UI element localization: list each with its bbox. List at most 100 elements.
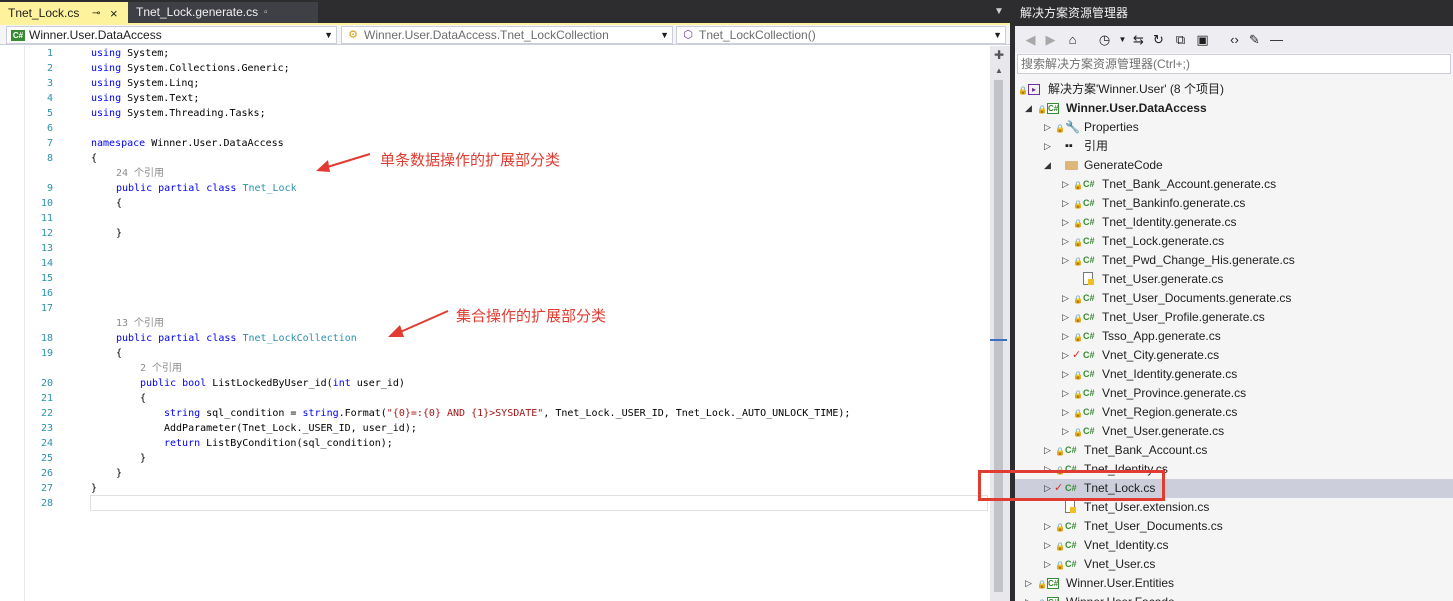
tree-node-project-entities[interactable]: ▷ 🔒 C# Winner.User.Entities xyxy=(1015,574,1453,593)
tab-overflow-dropdown-icon[interactable]: ▼ xyxy=(994,6,1004,17)
view-code-icon[interactable]: ‹› xyxy=(1225,30,1244,49)
tree-node-solution[interactable]: 🔒 ▸ 解决方案'Winner.User' (8 个项目) xyxy=(1015,80,1453,99)
collapsed-arrow-icon[interactable]: ▷ xyxy=(1025,574,1035,593)
show-all-files-icon[interactable]: ▣ xyxy=(1193,30,1212,49)
scrollbar-thumb[interactable] xyxy=(994,80,1003,592)
tree-node-label: Tnet_Identity.generate.cs xyxy=(1102,215,1237,229)
collapsed-arrow-icon[interactable]: ▷ xyxy=(1062,422,1072,441)
annotation-arrow-icon xyxy=(316,153,371,172)
collapsed-arrow-icon[interactable]: ▷ xyxy=(1062,308,1072,327)
tab-tnet-lock-generate-cs[interactable]: Tnet_Lock.generate.cs ▫ xyxy=(128,2,318,23)
reference-count[interactable]: 24 个引用 xyxy=(116,166,164,181)
preview-icon[interactable]: — xyxy=(1267,30,1286,49)
pending-changes-filter-icon[interactable]: ◷ xyxy=(1095,30,1114,49)
tree-node-file[interactable]: ▷ 🔒 C# Tnet_User_Profile.generate.cs xyxy=(1015,308,1453,327)
pin-icon[interactable]: ⊸ xyxy=(92,4,100,23)
csharp-file-icon: C# xyxy=(1065,559,1077,569)
collapsed-arrow-icon[interactable]: ▷ xyxy=(1062,213,1072,232)
csharp-file-icon: C# xyxy=(1083,255,1095,265)
tree-node-file[interactable]: ▷ 🔒 C# Tnet_Bank_Account.cs xyxy=(1015,441,1453,460)
collapsed-arrow-icon[interactable]: ▷ xyxy=(1044,441,1054,460)
tree-node-file[interactable]: ▷ 🔒 C# Vnet_Province.generate.cs xyxy=(1015,384,1453,403)
collapsed-arrow-icon[interactable]: ▷ xyxy=(1062,327,1072,346)
home-icon[interactable]: ⌂ xyxy=(1063,30,1082,49)
line-text: public bool ListLockedByUser_id(int user… xyxy=(140,378,405,389)
reference-count[interactable]: 2 个引用 xyxy=(140,361,182,376)
refresh-icon[interactable]: ↻ xyxy=(1149,30,1168,49)
back-icon[interactable]: ◀ xyxy=(1021,30,1040,49)
collapsed-arrow-icon[interactable]: ▷ xyxy=(1062,194,1072,213)
tree-node-folder-generatecode[interactable]: ◢ GenerateCode xyxy=(1015,156,1453,175)
split-window-icon[interactable]: ✚ xyxy=(994,48,1004,62)
tree-node-file[interactable]: ▷ 🔒 C# Tnet_Identity.generate.cs xyxy=(1015,213,1453,232)
line-text: AddParameter(Tnet_Lock._USER_ID, user_id… xyxy=(164,423,417,434)
collapsed-arrow-icon[interactable]: ▷ xyxy=(1044,555,1054,574)
collapsed-arrow-icon[interactable]: ▷ xyxy=(1062,384,1072,403)
line-text: { xyxy=(91,153,98,164)
collapsed-arrow-icon[interactable]: ▷ xyxy=(1044,137,1054,156)
collapsed-arrow-icon[interactable]: ▷ xyxy=(1062,289,1072,308)
pin-icon[interactable]: ▫ xyxy=(264,2,268,23)
tree-node-file[interactable]: ▷ 🔒 C# Tnet_User_Documents.generate.cs xyxy=(1015,289,1453,308)
tree-node-file[interactable]: ▷ 🔒 C# Vnet_Identity.generate.cs xyxy=(1015,365,1453,384)
tree-node-file[interactable]: ▷ 🔒 C# Vnet_User.generate.cs xyxy=(1015,422,1453,441)
line-text: } xyxy=(116,228,123,239)
vertical-scrollbar[interactable]: ✚ ▲ xyxy=(990,46,1010,601)
code-text-area[interactable]: 1 using System; 2 using System.Collections… xyxy=(0,46,990,601)
scroll-up-icon[interactable]: ▲ xyxy=(995,66,1003,75)
collapsed-arrow-icon[interactable]: ▷ xyxy=(1062,251,1072,270)
tree-node-file[interactable]: ▷ 🔒 C# Tnet_Pwd_Change_His.generate.cs xyxy=(1015,251,1453,270)
tree-node-label: Properties xyxy=(1084,120,1139,134)
csharp-project-icon: C# xyxy=(1047,597,1059,601)
tree-node-label: Vnet_Region.generate.cs xyxy=(1102,405,1238,419)
sync-icon[interactable]: ⇆ xyxy=(1129,30,1148,49)
type-dropdown[interactable]: ⚙ Winner.User.DataAccess.Tnet_LockCollect… xyxy=(341,26,673,44)
csharp-file-icon: C# xyxy=(1083,426,1095,436)
tree-node-file[interactable]: ▷ 🔒 C# Tsso_App.generate.cs xyxy=(1015,327,1453,346)
tab-tnet-lock-cs[interactable]: Tnet_Lock.cs ⊸ × xyxy=(0,2,128,23)
project-dropdown[interactable]: C# Winner.User.DataAccess ▼ xyxy=(6,26,337,44)
tree-node-file[interactable]: ▷ 🔒 C# Tnet_Bank_Account.generate.cs xyxy=(1015,175,1453,194)
properties-wrench-icon[interactable]: ✎ xyxy=(1245,30,1264,49)
expanded-arrow-icon[interactable]: ◢ xyxy=(1044,156,1054,175)
tree-node-project-facade[interactable]: ▷ 🔒 C# Winner.User.Facade xyxy=(1015,593,1453,601)
collapsed-arrow-icon[interactable]: ▷ xyxy=(1062,365,1072,384)
tree-node-file[interactable]: ▷ 🔒 C# Vnet_User.cs xyxy=(1015,555,1453,574)
tree-node-file[interactable]: ▷ 🔒 C# Vnet_Identity.cs xyxy=(1015,536,1453,555)
collapsed-arrow-icon[interactable]: ▷ xyxy=(1062,346,1072,365)
codelens-references[interactable]: 2 个引用 xyxy=(0,361,990,376)
csharp-project-icon: C# xyxy=(1047,103,1059,114)
solution-explorer-search-input[interactable]: 搜索解决方案资源管理器(Ctrl+;) xyxy=(1017,54,1451,74)
collapsed-arrow-icon[interactable]: ▷ xyxy=(1062,175,1072,194)
reference-count[interactable]: 13 个引用 xyxy=(116,316,164,331)
tree-node-file[interactable]: Tnet_User.generate.cs xyxy=(1015,270,1453,289)
collapse-all-icon[interactable]: ⧉ xyxy=(1171,30,1190,49)
expanded-arrow-icon[interactable]: ◢ xyxy=(1025,99,1035,118)
tree-node-file[interactable]: ▷ ✓ C# Vnet_City.generate.cs xyxy=(1015,346,1453,365)
forward-icon[interactable]: ▶ xyxy=(1041,30,1060,49)
close-icon[interactable]: × xyxy=(110,4,118,23)
tree-node-file[interactable]: ▷ 🔒 C# Vnet_Region.generate.cs xyxy=(1015,403,1453,422)
collapsed-arrow-icon[interactable]: ▷ xyxy=(1025,593,1035,601)
tree-node-label: Vnet_Province.generate.cs xyxy=(1102,386,1247,400)
solution-explorer-toolbar: ◀ ▶ ⌂ ◷ ▼ ⇆ ↻ ⧉ ▣ ‹› ✎ — xyxy=(1015,26,1453,53)
tree-node-project-dataaccess[interactable]: ◢ 🔒 C# Winner.User.DataAccess xyxy=(1015,99,1453,118)
line-number: 11 xyxy=(40,213,53,224)
line-text: using System.Linq; xyxy=(91,78,200,89)
collapsed-arrow-icon[interactable]: ▷ xyxy=(1044,517,1054,536)
line-text: } xyxy=(91,483,98,494)
collapsed-arrow-icon[interactable]: ▷ xyxy=(1062,403,1072,422)
tree-node-file[interactable]: ▷ 🔒 C# Tnet_User_Documents.cs xyxy=(1015,517,1453,536)
tree-node-properties[interactable]: ▷ 🔒 🔧 Properties xyxy=(1015,118,1453,137)
tab-label: Tnet_Lock.cs xyxy=(8,6,80,20)
member-dropdown[interactable]: ⬡ Tnet_LockCollection() ▼ xyxy=(676,26,1006,44)
collapsed-arrow-icon[interactable]: ▷ xyxy=(1044,536,1054,555)
tree-node-references[interactable]: ▷ ▪▪ 引用 xyxy=(1015,137,1453,156)
csharp-file-icon: C# xyxy=(1083,331,1095,341)
document-tab-bar: Tnet_Lock.cs ⊸ × Tnet_Lock.generate.cs ▫… xyxy=(0,0,1010,23)
tree-node-file[interactable]: ▷ 🔒 C# Tnet_Lock.generate.cs xyxy=(1015,232,1453,251)
collapsed-arrow-icon[interactable]: ▷ xyxy=(1044,118,1054,137)
collapsed-arrow-icon[interactable]: ▷ xyxy=(1062,232,1072,251)
line-text: using System.Text; xyxy=(91,93,200,104)
tree-node-file[interactable]: ▷ 🔒 C# Tnet_Bankinfo.generate.cs xyxy=(1015,194,1453,213)
